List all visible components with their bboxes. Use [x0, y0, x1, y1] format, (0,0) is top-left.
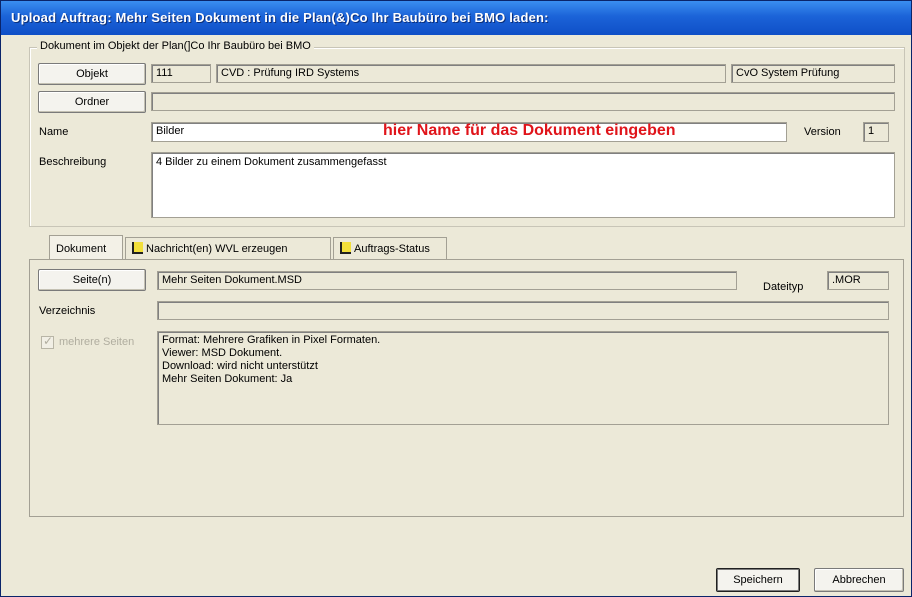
- verzeichnis-label: Verzeichnis: [39, 305, 96, 317]
- objekt-extra-field[interactable]: CvO System Prüfung: [731, 64, 895, 83]
- mehrere-seiten-checkbox[interactable]: [41, 334, 54, 349]
- window-title: Upload Auftrag: Mehr Seiten Dokument in …: [11, 10, 549, 25]
- document-group-caption: Dokument im Objekt der Plan(]Co Ihr Baub…: [37, 40, 314, 52]
- format-info-box: Format: Mehrere Grafiken in Pixel Format…: [157, 331, 889, 425]
- tab-dokument-label: Dokument: [56, 243, 107, 255]
- name-label: Name: [39, 126, 69, 138]
- flag-icon: [132, 242, 143, 254]
- cancel-button[interactable]: Abbrechen: [814, 568, 904, 592]
- objekt-number-field[interactable]: 111: [151, 64, 211, 83]
- tab-auftrags-status-label: Auftrags-Status: [354, 243, 430, 255]
- mehrere-seiten-label: mehrere Seiten: [59, 336, 135, 348]
- tab-auftrags-status[interactable]: Auftrags-Status: [333, 237, 447, 259]
- upload-dialog: Upload Auftrag: Mehr Seiten Dokument in …: [0, 0, 912, 597]
- version-field[interactable]: 1: [863, 122, 889, 142]
- info-line: Download: wird nicht unterstützt: [162, 360, 318, 372]
- seiten-button[interactable]: Seite(n): [38, 269, 146, 291]
- dateityp-label: Dateityp: [763, 281, 804, 293]
- dateityp-field[interactable]: .MOR: [827, 271, 889, 290]
- seiten-field[interactable]: Mehr Seiten Dokument.MSD: [157, 271, 737, 290]
- ordner-field[interactable]: [151, 92, 895, 111]
- title-bar[interactable]: Upload Auftrag: Mehr Seiten Dokument in …: [1, 1, 911, 35]
- info-line: Format: Mehrere Grafiken in Pixel Format…: [162, 334, 381, 346]
- info-line: Mehr Seiten Dokument: Ja: [162, 373, 293, 385]
- tab-dokument[interactable]: Dokument: [49, 235, 123, 259]
- save-button[interactable]: Speichern: [716, 568, 800, 592]
- verzeichnis-field[interactable]: [157, 301, 889, 320]
- name-hint: hier Name für das Dokument eingeben: [383, 122, 676, 139]
- version-label: Version: [804, 126, 841, 138]
- tab-nachrichten-label: Nachricht(en) WVL erzeugen: [146, 243, 288, 255]
- beschreibung-label: Beschreibung: [39, 156, 107, 168]
- tab-nachrichten[interactable]: Nachricht(en) WVL erzeugen: [125, 237, 331, 259]
- beschreibung-textarea[interactable]: 4 Bilder zu einem Dokument zusammengefas…: [151, 152, 895, 218]
- objekt-name-field[interactable]: CVD : Prüfung IRD Systems: [216, 64, 726, 83]
- ordner-button[interactable]: Ordner: [38, 91, 146, 113]
- objekt-button[interactable]: Objekt: [38, 63, 146, 85]
- flag-icon: [340, 242, 351, 254]
- info-line: Viewer: MSD Dokument.: [162, 347, 283, 359]
